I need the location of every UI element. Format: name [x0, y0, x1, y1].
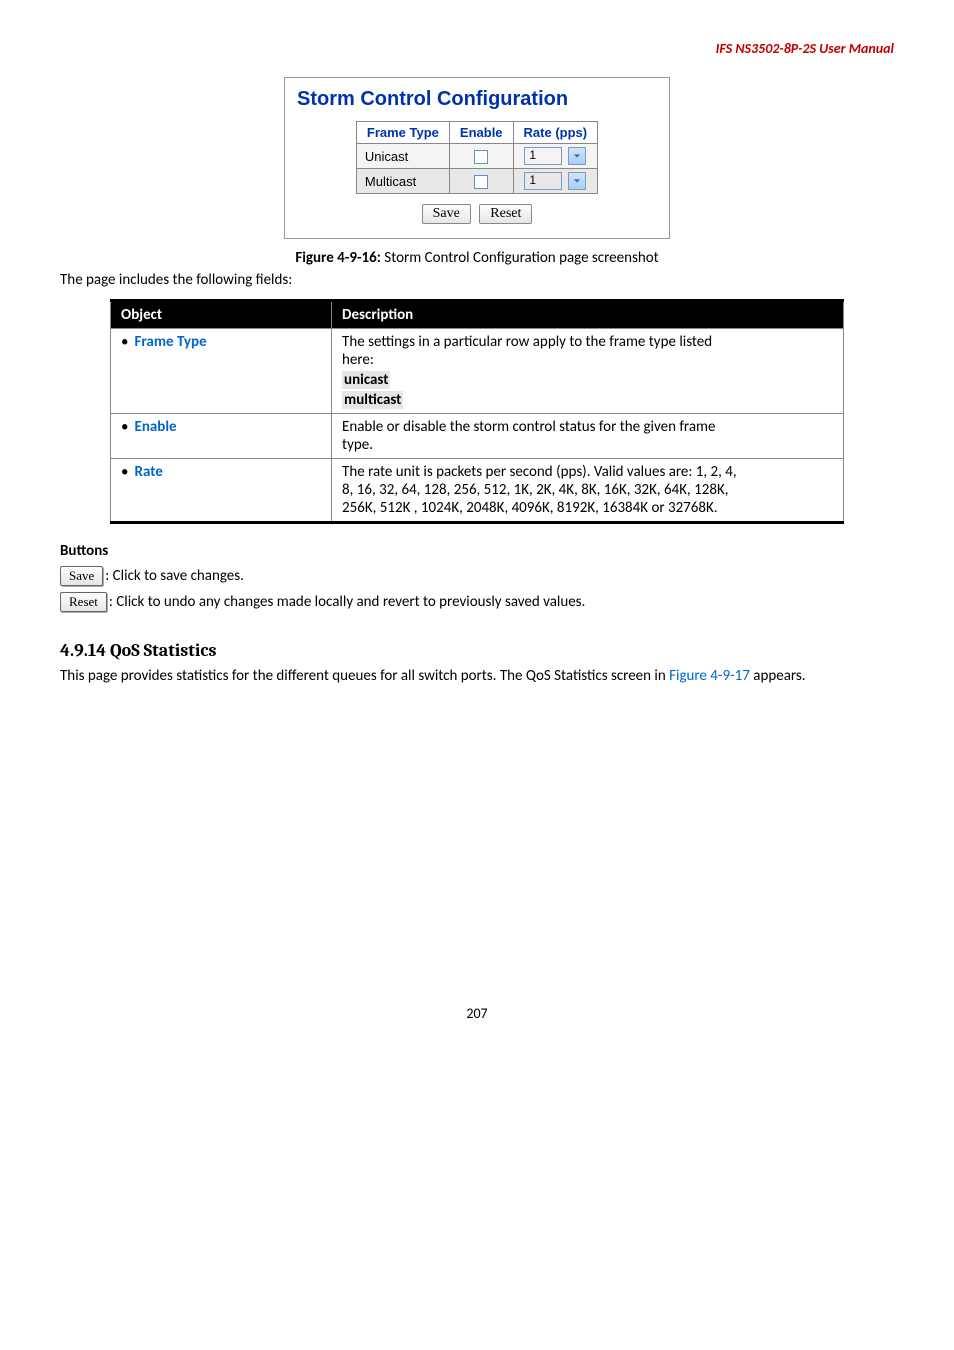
table-row: • Rate The rate unit is packets per secon…: [111, 459, 844, 523]
desc-bold: multicast: [342, 391, 403, 409]
chevron-down-icon[interactable]: [568, 172, 586, 190]
intro-text: The page includes the following fields:: [60, 271, 894, 289]
desc-bold: unicast: [342, 371, 390, 389]
desc-line: here:: [342, 351, 833, 369]
rate-cell: 1: [513, 144, 598, 169]
desc-line: The settings in a particular row apply t…: [342, 333, 833, 351]
col-frame-type: Frame Type: [356, 122, 449, 144]
rate-input[interactable]: 1: [524, 147, 562, 165]
storm-control-figure: Storm Control Configuration Frame Type E…: [284, 77, 670, 239]
col-rate: Rate (pps): [513, 122, 598, 144]
frame-type-cell: Unicast: [356, 144, 449, 169]
desc-line: type.: [342, 436, 833, 454]
para-pre: This page provides statistics for the di…: [60, 667, 669, 685]
object-name: Frame Type: [135, 333, 207, 351]
object-name: Enable: [135, 418, 177, 436]
save-button[interactable]: Save: [422, 204, 471, 224]
para-post: appears.: [750, 667, 806, 685]
bullet-icon: •: [121, 463, 128, 481]
table-row: • Enable Enable or disable the storm cont…: [111, 414, 844, 459]
col-enable: Enable: [449, 122, 513, 144]
caption-label: Figure 4-9-16:: [295, 249, 381, 267]
desc-line: 256K, 512K , 1024K, 2048K, 4096K, 8192K,…: [342, 499, 833, 517]
reset-button-description: Reset : Click to undo any changes made l…: [60, 592, 894, 612]
section-heading: 4.9.14 QoS Statistics: [60, 640, 894, 661]
section-paragraph: This page provides statistics for the di…: [60, 667, 894, 685]
save-button-text: : Click to save changes.: [105, 567, 244, 585]
table-row: • Frame Type The settings in a particular…: [111, 329, 844, 414]
desc-line: 8, 16, 32, 64, 128, 256, 512, 1K, 2K, 4K…: [342, 481, 833, 499]
table-row: Multicast 1: [356, 169, 597, 194]
object-name: Rate: [135, 463, 163, 481]
figure-caption: Figure 4-9-16: Storm Control Configurati…: [60, 249, 894, 267]
checkbox-icon[interactable]: [474, 175, 488, 189]
save-button-description: Save : Click to save changes.: [60, 566, 894, 586]
table-row: Unicast 1: [356, 144, 597, 169]
reset-button-text: : Click to undo any changes made locally…: [109, 593, 585, 611]
object-header: Object: [111, 301, 332, 329]
desc-line: The rate unit is packets per second (pps…: [342, 463, 833, 481]
description-table: Object Description • Frame Type The setti…: [110, 299, 844, 524]
rate-cell: 1: [513, 169, 598, 194]
page-number: 207: [60, 1005, 894, 1022]
reset-button[interactable]: Reset: [479, 204, 532, 224]
document-header: IFS NS3502-8P-2S User Manual: [60, 40, 894, 57]
rate-input[interactable]: 1: [524, 172, 562, 190]
buttons-heading: Buttons: [60, 542, 894, 560]
storm-control-table: Frame Type Enable Rate (pps) Unicast 1: [356, 121, 598, 194]
enable-cell: [449, 169, 513, 194]
bullet-icon: •: [121, 333, 128, 351]
figure-title: Storm Control Configuration: [297, 88, 657, 111]
desc-line: Enable or disable the storm control stat…: [342, 418, 833, 436]
bullet-icon: •: [121, 418, 128, 436]
caption-text: Storm Control Configuration page screens…: [381, 249, 659, 267]
checkbox-icon[interactable]: [474, 150, 488, 164]
frame-type-cell: Multicast: [356, 169, 449, 194]
figure-link[interactable]: Figure 4-9-17: [669, 667, 750, 685]
chevron-down-icon[interactable]: [568, 147, 586, 165]
description-header: Description: [332, 301, 844, 329]
enable-cell: [449, 144, 513, 169]
save-button-inline[interactable]: Save: [60, 566, 103, 586]
reset-button-inline[interactable]: Reset: [60, 592, 107, 612]
